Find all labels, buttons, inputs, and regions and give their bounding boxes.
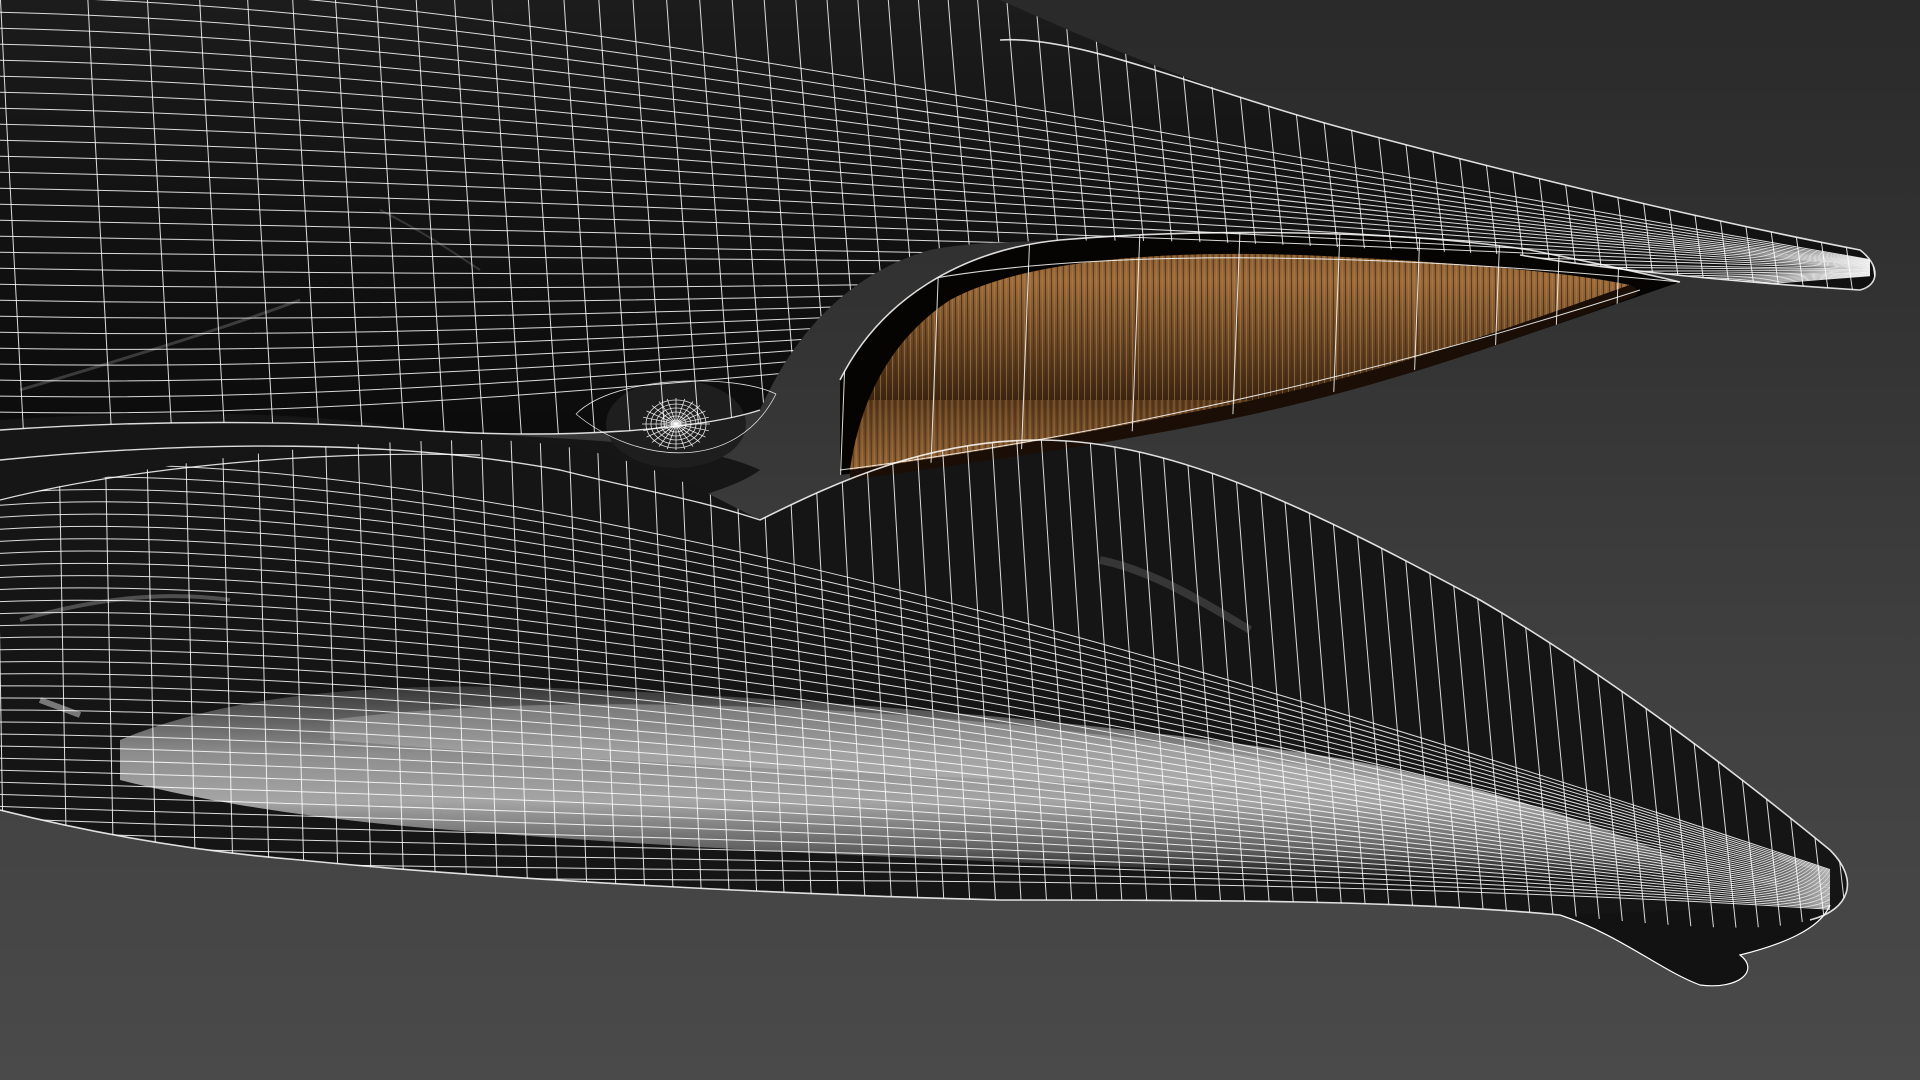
whale-model[interactable] — [0, 0, 1920, 1080]
wire-edge — [1859, 0, 1875, 434]
wire-edge — [1835, 0, 1875, 434]
3d-viewport[interactable] — [0, 0, 1920, 1080]
wire-edge — [1764, 0, 1828, 434]
wire-edge — [1812, 0, 1875, 434]
wire-edge — [1788, 0, 1853, 434]
whale-body — [0, 0, 1875, 987]
